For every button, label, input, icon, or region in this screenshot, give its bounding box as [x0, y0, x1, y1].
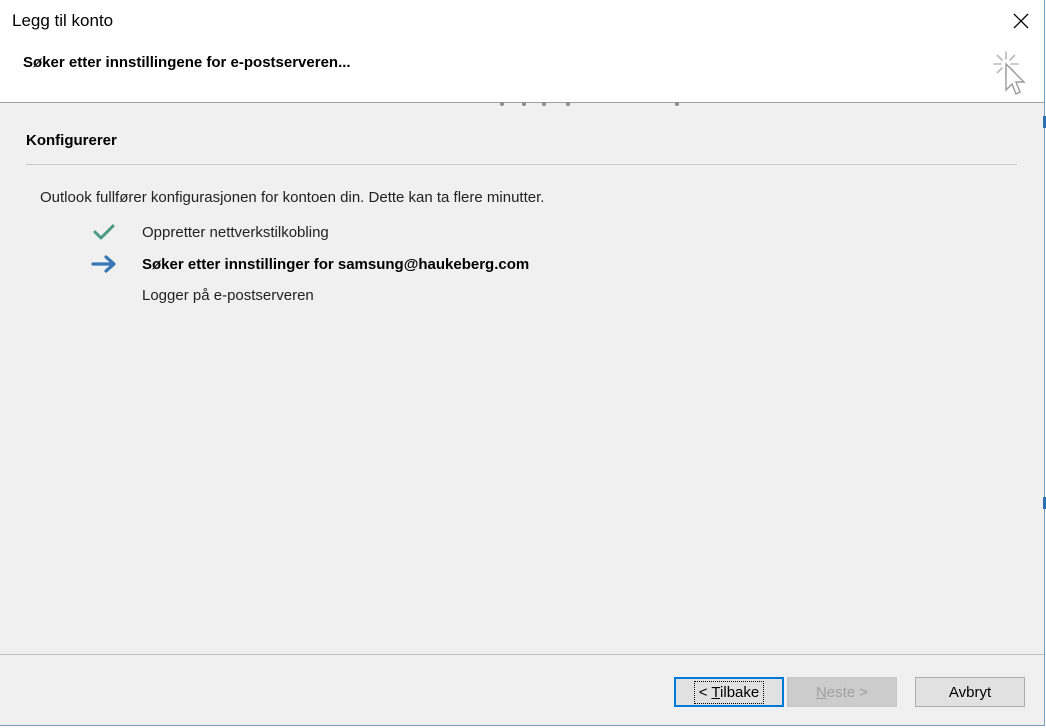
progress-dot	[675, 102, 679, 106]
step-network-connection: Oppretter nettverkstilkobling	[90, 221, 329, 243]
window-title: Legg til konto	[12, 11, 114, 30]
title-bar: Legg til konto	[0, 0, 1044, 42]
busy-cursor-icon	[993, 51, 1026, 95]
divider	[26, 164, 1017, 165]
step-label: Søker etter innstillinger for samsung@ha…	[142, 255, 530, 273]
progress-indicator	[0, 100, 1044, 108]
step-label: Oppretter nettverkstilkobling	[142, 223, 329, 241]
description-text: Outlook fullfører konfigurasjonen for ko…	[40, 189, 545, 206]
wizard-content: Konfigurerer Outlook fullfører konfigura…	[0, 108, 1044, 654]
page-title: Søker etter innstillingene for e-postser…	[23, 54, 351, 71]
progress-dot	[500, 102, 504, 106]
next-button-label: Neste >	[815, 683, 869, 701]
arrow-right-icon	[90, 253, 118, 275]
progress-dot	[566, 102, 570, 106]
progress-dot	[522, 102, 526, 106]
close-icon	[1013, 13, 1029, 29]
step-logging-in: Logger på e-postserveren	[90, 284, 314, 306]
cancel-button[interactable]: Avbryt	[915, 677, 1025, 707]
back-button[interactable]: < Tilbake	[674, 677, 784, 707]
footer-divider	[0, 654, 1044, 655]
back-button-label: < Tilbake	[693, 680, 765, 704]
step-icon-placeholder	[90, 284, 118, 306]
step-searching-settings: Søker etter innstillinger for samsung@ha…	[90, 253, 529, 275]
wizard-header: Søker etter innstillingene for e-postser…	[0, 42, 1044, 103]
section-title: Konfigurerer	[26, 132, 117, 149]
add-account-dialog: Legg til konto Søker etter innstillingen…	[0, 0, 1045, 726]
step-label: Logger på e-postserveren	[142, 286, 314, 304]
close-button[interactable]	[998, 0, 1044, 42]
progress-dot	[542, 102, 546, 106]
next-button[interactable]: Neste >	[787, 677, 897, 707]
checkmark-icon	[90, 221, 118, 243]
